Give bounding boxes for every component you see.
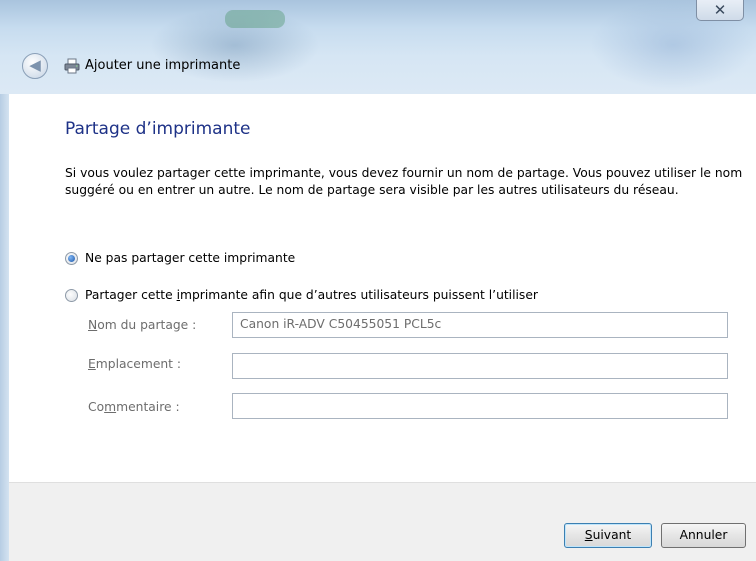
next-button[interactable]: Suivant bbox=[564, 523, 652, 548]
close-button[interactable]: ✕ bbox=[696, 0, 744, 21]
comment-input[interactable] bbox=[232, 393, 728, 419]
window-left-border bbox=[0, 94, 9, 561]
back-arrow-icon: ◀ bbox=[29, 56, 41, 74]
add-printer-wizard-window: ✕ ◀ Ajouter une imprimante Partage d’imp… bbox=[0, 0, 756, 561]
radio-share-label: Partager cette imprimante afin que d’aut… bbox=[85, 288, 538, 302]
back-button[interactable]: ◀ bbox=[22, 53, 48, 79]
printer-icon bbox=[64, 58, 80, 74]
radio-button-unselected[interactable] bbox=[65, 289, 78, 302]
comment-label: Commentaire : bbox=[88, 400, 180, 414]
share-name-label: Nom du partage : bbox=[88, 318, 197, 332]
location-input[interactable] bbox=[232, 353, 728, 379]
page-heading: Partage d’imprimante bbox=[65, 119, 251, 139]
radio-no-share-label: Ne pas partager cette imprimante bbox=[85, 251, 296, 265]
background-blur bbox=[225, 10, 285, 28]
window-title: Ajouter une imprimante bbox=[85, 58, 241, 73]
radio-button-selected[interactable] bbox=[65, 252, 78, 265]
button-bar bbox=[9, 482, 756, 561]
page-description: Si vous voulez partager cette imprimante… bbox=[65, 166, 743, 197]
location-label: Emplacement : bbox=[88, 357, 182, 371]
window-frame bbox=[0, 0, 756, 94]
close-icon: ✕ bbox=[713, 1, 727, 19]
cancel-button[interactable]: Annuler bbox=[661, 523, 746, 548]
share-name-input[interactable]: Canon iR-ADV C50455051 PCL5c bbox=[232, 312, 728, 338]
